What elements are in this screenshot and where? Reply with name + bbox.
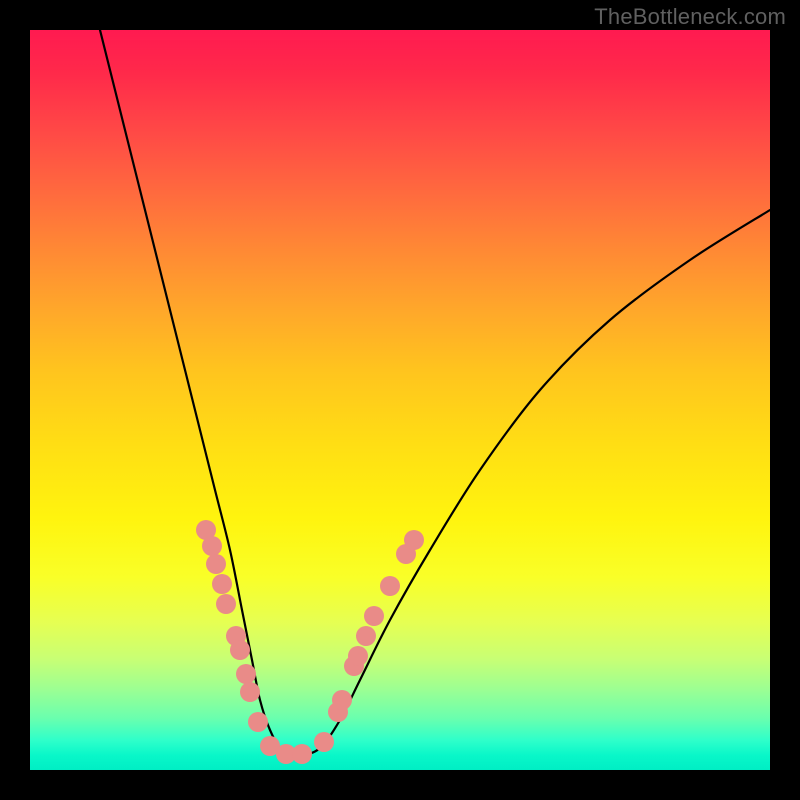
data-point-dot <box>236 664 256 684</box>
chart-stage: TheBottleneck.com <box>0 0 800 800</box>
data-point-dot <box>348 646 368 666</box>
v-curve-path <box>100 30 770 755</box>
data-point-dot <box>206 554 226 574</box>
dot-layer <box>196 520 424 764</box>
data-point-dot <box>212 574 232 594</box>
data-point-dot <box>332 690 352 710</box>
data-point-dot <box>404 530 424 550</box>
watermark-text: TheBottleneck.com <box>594 4 786 30</box>
data-point-dot <box>292 744 312 764</box>
data-point-dot <box>314 732 334 752</box>
chart-svg <box>30 30 770 770</box>
data-point-dot <box>230 640 250 660</box>
data-point-dot <box>380 576 400 596</box>
data-point-dot <box>216 594 236 614</box>
data-point-dot <box>248 712 268 732</box>
data-point-dot <box>202 536 222 556</box>
data-point-dot <box>364 606 384 626</box>
data-point-dot <box>356 626 376 646</box>
plot-area <box>30 30 770 770</box>
data-point-dot <box>240 682 260 702</box>
